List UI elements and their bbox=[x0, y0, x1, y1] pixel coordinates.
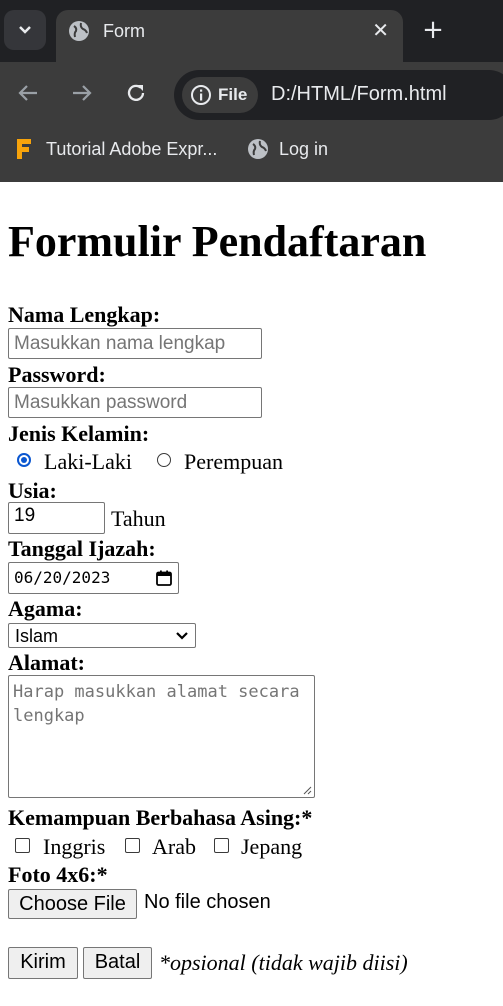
chevron-down-icon bbox=[19, 26, 31, 34]
nama-label: Nama Lengkap: bbox=[8, 302, 161, 327]
gender-option-label: Laki-Laki bbox=[44, 449, 132, 474]
gender-radio-perempuan[interactable] bbox=[157, 453, 171, 467]
tab-search-button[interactable] bbox=[4, 10, 46, 50]
alamat-textarea[interactable]: Harap masukkan alamat secara lengkap bbox=[8, 675, 315, 798]
tanggal-label: Tanggal Ijazah: bbox=[8, 536, 156, 561]
bookmark-label: Tutorial Adobe Expr... bbox=[46, 138, 218, 159]
gender-label: Jenis Kelamin: bbox=[8, 421, 150, 446]
browser-chrome: Form ✕ + File D:/HTML/Form.html Tutorial… bbox=[0, 0, 503, 182]
reset-button[interactable]: Batal bbox=[83, 947, 152, 979]
file-status: No file chosen bbox=[144, 891, 271, 913]
agama-select[interactable]: Islam bbox=[8, 623, 196, 648]
bahasa-option-label: Inggris bbox=[43, 834, 106, 859]
chevron-down-icon bbox=[176, 632, 188, 640]
tab-title: Form bbox=[103, 21, 145, 41]
info-icon bbox=[191, 85, 211, 105]
bookmark-tutorial-adobe[interactable]: Tutorial Adobe Expr... bbox=[14, 138, 217, 160]
usia-input[interactable]: 19 bbox=[8, 502, 105, 534]
agama-selected: Islam bbox=[15, 626, 59, 646]
checkbox-jepang[interactable] bbox=[214, 838, 229, 853]
password-input[interactable] bbox=[8, 387, 262, 418]
choose-file-button[interactable]: Choose File bbox=[8, 889, 137, 919]
back-button[interactable] bbox=[11, 76, 45, 110]
bookmark-log-in[interactable]: Log in bbox=[247, 138, 328, 160]
adobe-express-logo-icon bbox=[17, 139, 31, 159]
reload-button[interactable] bbox=[119, 76, 153, 110]
foto-label: Foto 4x6:* bbox=[8, 862, 108, 887]
close-icon[interactable]: ✕ bbox=[372, 18, 389, 42]
url-text: D:/HTML/Form.html bbox=[271, 83, 447, 105]
tanggal-value: 06/20/2023 bbox=[14, 568, 111, 587]
new-tab-button[interactable]: + bbox=[419, 14, 447, 46]
forward-button[interactable] bbox=[65, 76, 99, 110]
nama-input[interactable] bbox=[8, 328, 262, 359]
checkbox-inggris[interactable] bbox=[15, 838, 30, 853]
arrow-left-icon bbox=[18, 85, 37, 101]
bahasa-label: Kemampuan Berbahasa Asing:* bbox=[8, 805, 313, 830]
password-label: Password: bbox=[8, 362, 106, 387]
bookmark-label: Log in bbox=[279, 138, 329, 159]
site-info-chip[interactable]: File bbox=[182, 77, 258, 113]
submit-button[interactable]: Kirim bbox=[8, 947, 78, 979]
optional-note: *opsional (tidak wajib diisi) bbox=[159, 950, 408, 975]
page-title: Formulir Pendaftaran bbox=[8, 217, 427, 266]
agama-label: Agama: bbox=[8, 596, 83, 621]
bookmarks-bar: Tutorial Adobe Expr... Log in bbox=[0, 126, 503, 176]
arrow-right-icon bbox=[73, 85, 92, 101]
usia-label: Usia: bbox=[8, 478, 57, 503]
globe-icon bbox=[69, 21, 89, 41]
bahasa-option-label: Jepang bbox=[241, 834, 303, 859]
usia-unit: Tahun bbox=[111, 506, 166, 531]
tanggal-input[interactable]: 06/20/2023 bbox=[8, 562, 179, 594]
browser-toolbar: File D:/HTML/Form.html bbox=[0, 62, 503, 126]
gender-radio-laki-laki[interactable] bbox=[17, 453, 31, 467]
address-bar[interactable]: File D:/HTML/Form.html bbox=[174, 70, 503, 120]
tab-form[interactable]: Form ✕ bbox=[56, 10, 403, 62]
gender-option-label: Perempuan bbox=[184, 449, 283, 474]
alamat-label: Alamat: bbox=[8, 650, 85, 675]
site-chip-label: File bbox=[218, 85, 248, 104]
globe-icon bbox=[248, 139, 268, 159]
resize-handle-icon[interactable] bbox=[302, 785, 312, 795]
tab-strip: Form ✕ + bbox=[0, 0, 503, 62]
calendar-icon[interactable] bbox=[156, 570, 172, 586]
checkbox-arab[interactable] bbox=[125, 838, 140, 853]
reload-icon bbox=[127, 84, 145, 101]
bahasa-option-label: Arab bbox=[152, 834, 196, 859]
